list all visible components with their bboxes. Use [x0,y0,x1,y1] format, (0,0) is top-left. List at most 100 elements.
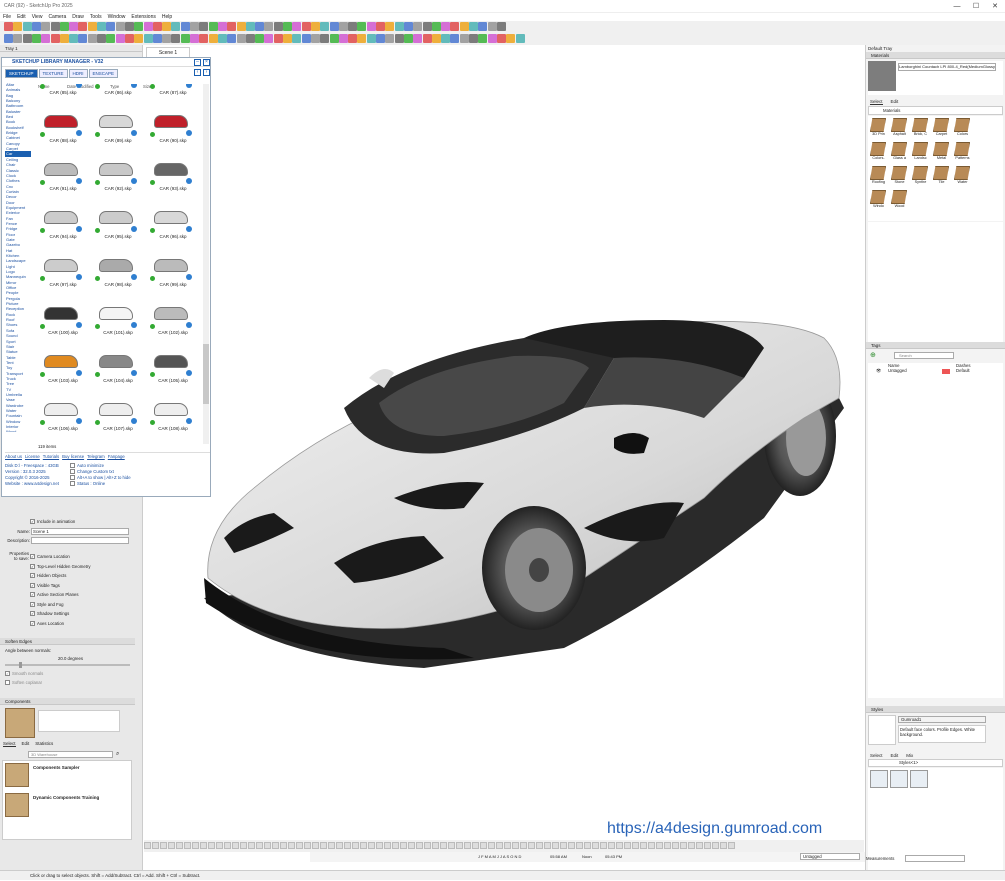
tab-edit[interactable]: Edit [891,753,899,758]
toolbar-tool-icon[interactable] [352,842,359,849]
library-item[interactable]: CAR (99).skp [146,246,200,294]
toolbar-tool-icon[interactable] [13,34,23,43]
toolbar-tool-icon[interactable] [184,842,191,849]
tag-select[interactable]: Untagged [800,853,860,860]
category-item[interactable]: Wood [5,429,31,432]
material-item[interactable]: Wood [890,190,909,212]
toolbar-tool-icon[interactable] [232,842,239,849]
toolbar-tool-icon[interactable] [431,34,441,43]
toolbar-tool-icon[interactable] [22,34,32,43]
toolbar-tool-icon[interactable] [469,34,478,43]
toolbar-tool-icon[interactable] [255,34,265,43]
cloud-download-icon[interactable] [76,178,82,184]
toolbar-tool-icon[interactable] [162,22,172,31]
toolbar-tool-icon[interactable] [450,22,460,31]
category-item[interactable]: Water Fountain [5,408,31,419]
cloud-download-icon[interactable] [186,84,192,88]
library-scrollbar[interactable] [203,84,209,444]
toolbar-tool-icon[interactable] [87,34,97,43]
toolbar-tool-icon[interactable] [272,842,279,849]
toolbar-tool-icon[interactable] [273,22,283,31]
toolbar-tool-icon[interactable] [394,22,404,31]
scene-prop-item[interactable]: ✓ Active Section Planes [0,590,135,600]
scene-prop-item[interactable]: ✓ Shadow Settings [0,609,135,619]
toolbar-tool-icon[interactable] [320,842,327,849]
menu-draw[interactable]: Draw [69,13,87,21]
toolbar-tool-icon[interactable] [208,22,218,31]
link-fanpage[interactable]: Fanpage [108,454,125,459]
checkbox[interactable]: ✓ [30,519,35,525]
toolbar-tool-icon[interactable] [478,34,488,43]
menu-tools[interactable]: Tools [87,13,105,21]
material-item[interactable]: Roofing [869,166,888,188]
soften-coplanar[interactable]: Soften coplanar [0,678,135,687]
toolbar-tool-icon[interactable] [376,22,385,31]
tab-edit[interactable]: Edit [891,99,899,104]
scene-prop-item[interactable]: ✓ Top-Level Hidden Geometry [0,562,135,572]
angle-slider[interactable] [5,662,130,668]
toolbar-tool-icon[interactable] [394,34,404,43]
library-item[interactable]: CAR (108).skp [146,390,200,438]
toolbar-tool-icon[interactable] [696,842,703,849]
style-thumb[interactable] [910,770,928,788]
library-item[interactable]: CAR (101).skp [91,294,145,342]
toolbar-tool-icon[interactable] [329,22,339,31]
cloud-download-icon[interactable] [76,370,82,376]
toolbar-tool-icon[interactable] [217,34,227,43]
library-item[interactable]: CAR (95).skp [91,198,145,246]
style-name-input[interactable]: Gumroad1 [898,716,986,723]
library-item[interactable]: CAR (88).skp [36,102,90,150]
link-buy[interactable]: Buy license [62,454,84,459]
checkbox[interactable] [70,469,75,475]
toolbar-tool-icon[interactable] [245,22,255,31]
tag-row[interactable]: 👁 Untagged Default [868,368,1003,698]
library-item[interactable]: CAR (90).skp [146,102,200,150]
toolbar-tool-icon[interactable] [224,842,231,849]
toolbar-tool-icon[interactable] [208,842,215,849]
toolbar-tool-icon[interactable] [134,34,144,43]
toolbar-tool-icon[interactable] [403,34,413,43]
component-desc-box[interactable] [38,710,120,732]
toolbar-tool-icon[interactable] [422,22,432,31]
library-item[interactable]: CAR (96).skp [146,198,200,246]
toolbar-tool-icon[interactable] [115,22,125,31]
toolbar-tool-icon[interactable] [162,34,172,43]
toolbar-tool-icon[interactable] [200,842,207,849]
toolbar-tool-icon[interactable] [41,22,51,31]
scene-prop-item[interactable]: ✓ Axes Location [0,619,135,629]
component-search-input[interactable]: 3D Warehouse [28,751,113,758]
toolbar-tool-icon[interactable] [552,842,559,849]
library-item[interactable]: CAR (103).skp [36,342,90,390]
cloud-download-icon[interactable] [186,274,192,280]
cloud-download-icon[interactable] [131,418,137,424]
search-icon[interactable]: ⌕ [116,751,119,758]
toolbar-tool-icon[interactable] [292,34,302,43]
cloud-download-icon[interactable] [131,274,137,280]
toolbar-tool-icon[interactable] [728,842,735,849]
toolbar-tool-icon[interactable] [288,842,295,849]
toolbar-tool-icon[interactable] [640,842,647,849]
tab-edit[interactable]: Edit [22,741,30,746]
style-thumb[interactable] [890,770,908,788]
tab-select[interactable]: Select [870,99,883,105]
style-thumb[interactable] [870,770,888,788]
cloud-download-icon[interactable] [76,226,82,232]
toolbar-tool-icon[interactable] [568,842,575,849]
toolbar-tool-icon[interactable] [144,842,151,849]
cloud-download-icon[interactable] [76,84,82,88]
library-next-icon[interactable]: › [203,69,210,76]
toolbar-tool-icon[interactable] [50,34,60,43]
toolbar-tool-icon[interactable] [216,842,223,849]
toolbar-tool-icon[interactable] [310,22,320,31]
toolbar-tool-icon[interactable] [441,34,451,43]
cloud-download-icon[interactable] [131,226,137,232]
toolbar-tool-icon[interactable] [504,842,511,849]
toolbar-tool-icon[interactable] [115,34,125,43]
checkbox[interactable]: ✓ [30,611,35,617]
library-item[interactable]: CAR (91).skp [36,150,90,198]
toolbar-tool-icon[interactable] [656,842,663,849]
toolbar-tool-icon[interactable] [450,34,460,43]
toolbar-tool-icon[interactable] [97,22,106,31]
toolbar-tool-icon[interactable] [31,22,41,31]
eye-icon[interactable]: 👁 [876,368,888,698]
